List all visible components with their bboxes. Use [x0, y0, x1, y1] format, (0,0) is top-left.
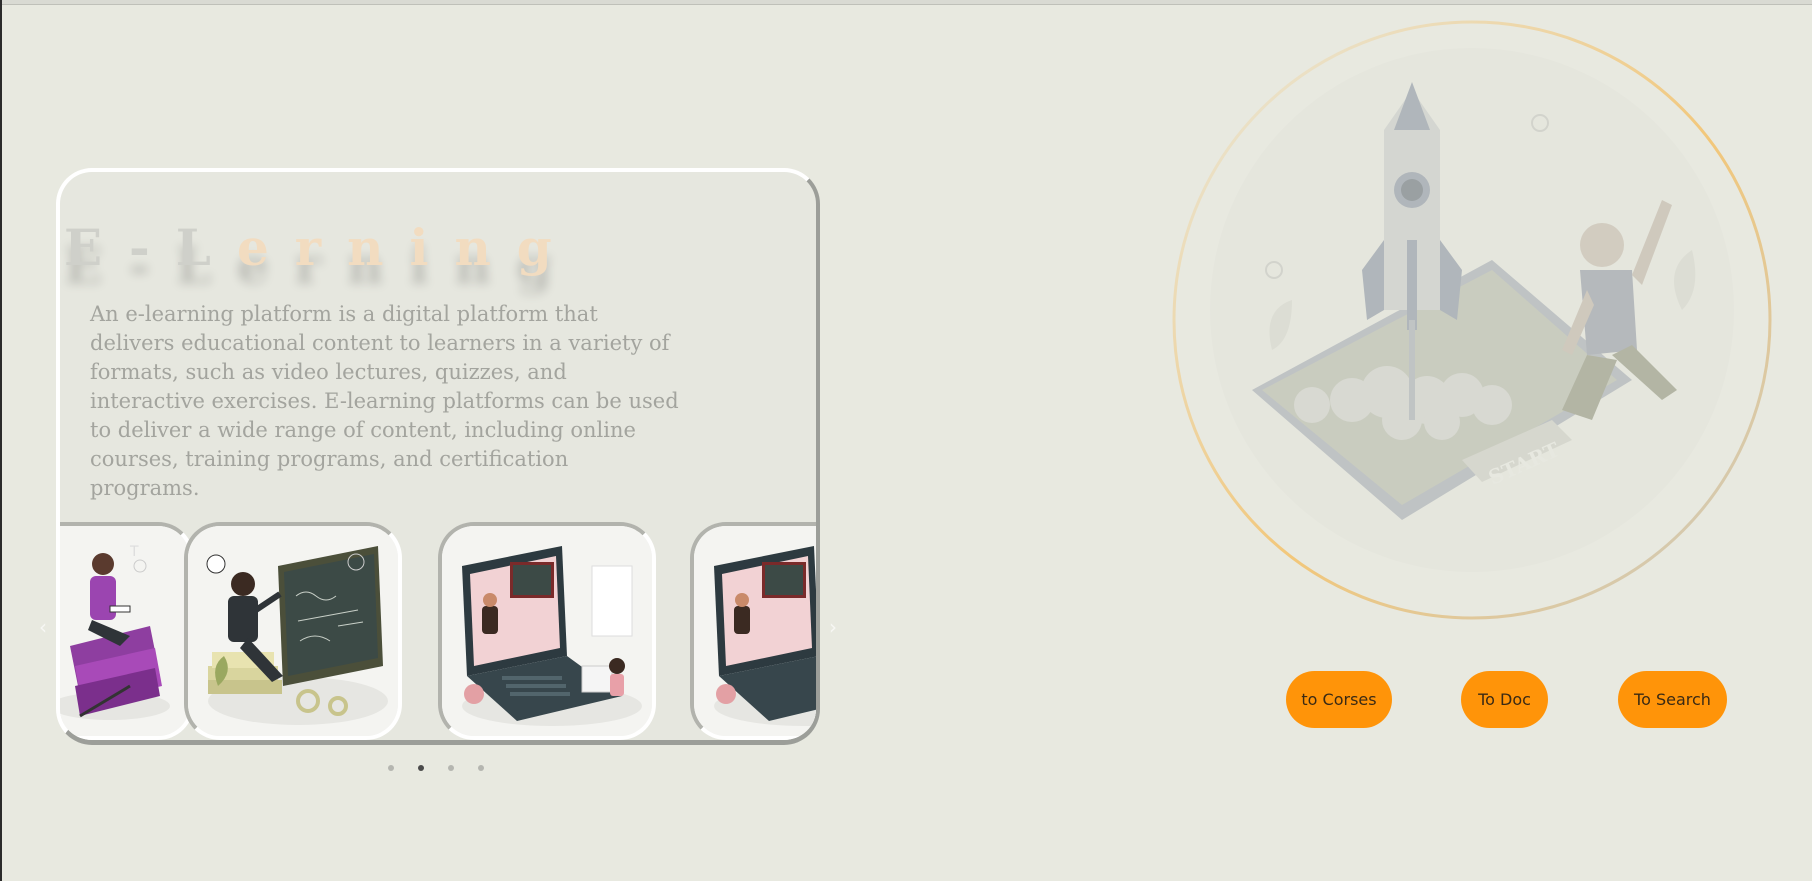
carousel-track: T	[60, 522, 816, 740]
chevron-right-icon: ›	[829, 615, 837, 639]
teacher-blackboard-illustration	[188, 526, 398, 736]
card-description: An e-learning platform is a digital plat…	[90, 302, 679, 500]
card-title: E-Lerning	[64, 218, 578, 277]
carousel-dot-active[interactable]	[418, 765, 424, 771]
carousel-slide[interactable]	[184, 522, 402, 740]
to-courses-button[interactable]: to Corses	[1286, 671, 1392, 728]
carousel-slide[interactable]: T	[60, 522, 194, 740]
carousel-next-button[interactable]: ›	[824, 615, 842, 639]
reading-student-illustration: T	[60, 526, 190, 736]
carousel-slide[interactable]	[438, 522, 656, 740]
window-top-edge	[0, 0, 1812, 5]
chevron-left-icon: ‹	[39, 615, 47, 639]
hero-illustration-wrapper: START	[1162, 20, 1782, 630]
online-class-laptop-illustration	[694, 526, 816, 736]
title-part-2: erning	[236, 218, 578, 277]
svg-text:T: T	[129, 544, 139, 560]
rocket-launch-start-illustration: START	[1172, 20, 1772, 620]
carousel-dot[interactable]	[388, 765, 394, 771]
carousel-dot[interactable]	[448, 765, 454, 771]
to-search-button[interactable]: To Search	[1618, 671, 1727, 728]
carousel-prev-button[interactable]: ‹	[34, 615, 52, 639]
title-part-1: E-L	[64, 218, 237, 277]
elearning-card: E-Lerning An e-learning platform is a di…	[56, 168, 820, 745]
carousel-slide[interactable]	[690, 522, 816, 740]
carousel-dot[interactable]	[478, 765, 484, 771]
to-doc-button[interactable]: To Doc	[1461, 671, 1548, 728]
online-class-laptop-illustration	[442, 526, 652, 736]
window-left-edge	[0, 0, 2, 881]
